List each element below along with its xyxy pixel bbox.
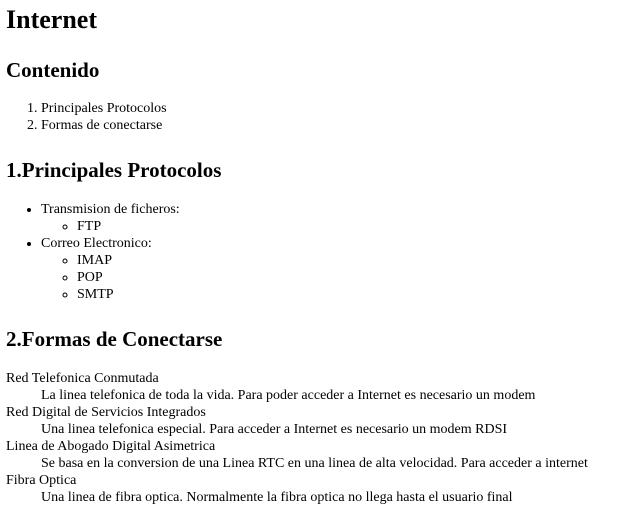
protocol-item-ftp: FTP xyxy=(77,218,625,235)
protocol-group-email: Correo Electronico: IMAP POP SMTP xyxy=(41,235,625,303)
contents-item-protocols: Principales Protocolos xyxy=(41,100,625,117)
protocol-item-smtp: SMTP xyxy=(77,286,625,303)
contents-list: Principales Protocolos Formas de conecta… xyxy=(6,100,625,134)
protocol-group-file-transfer: Transmision de ficheros: FTP xyxy=(41,201,625,235)
connection-description: La linea telefonica de toda la vida. Par… xyxy=(41,388,536,403)
connection-term: Fibra Optica xyxy=(6,473,77,488)
page-title: Internet xyxy=(6,5,97,34)
contents-heading: Contenido xyxy=(6,58,100,82)
connections-definition-list: Red Telefonica Conmutada La linea telefo… xyxy=(6,370,625,506)
connection-description: Una linea telefonica especial. Para acce… xyxy=(41,422,508,437)
contents-item-connections: Formas de conectarse xyxy=(41,117,625,134)
protocol-sublist: IMAP POP SMTP xyxy=(41,252,625,303)
protocol-item-imap: IMAP xyxy=(77,252,625,269)
connection-term: Red Digital de Servicios Integrados xyxy=(6,405,206,420)
connection-description: Una linea de fibra optica. Normalmente l… xyxy=(41,490,513,505)
protocol-item-pop: POP xyxy=(77,269,625,286)
connection-term: Red Telefonica Conmutada xyxy=(6,371,159,386)
protocols-heading: 1.Principales Protocolos xyxy=(6,158,222,182)
connections-heading: 2.Formas de Conectarse xyxy=(6,327,223,351)
protocol-group-label: Transmision de ficheros: xyxy=(41,202,180,217)
protocols-list: Transmision de ficheros: FTP Correo Elec… xyxy=(6,201,625,303)
protocol-group-label: Correo Electronico: xyxy=(41,236,152,251)
connection-description: Se basa en la conversion de una Linea RT… xyxy=(41,456,588,471)
protocol-sublist: FTP xyxy=(41,218,625,235)
connection-term: Linea de Abogado Digital Asimetrica xyxy=(6,439,216,454)
